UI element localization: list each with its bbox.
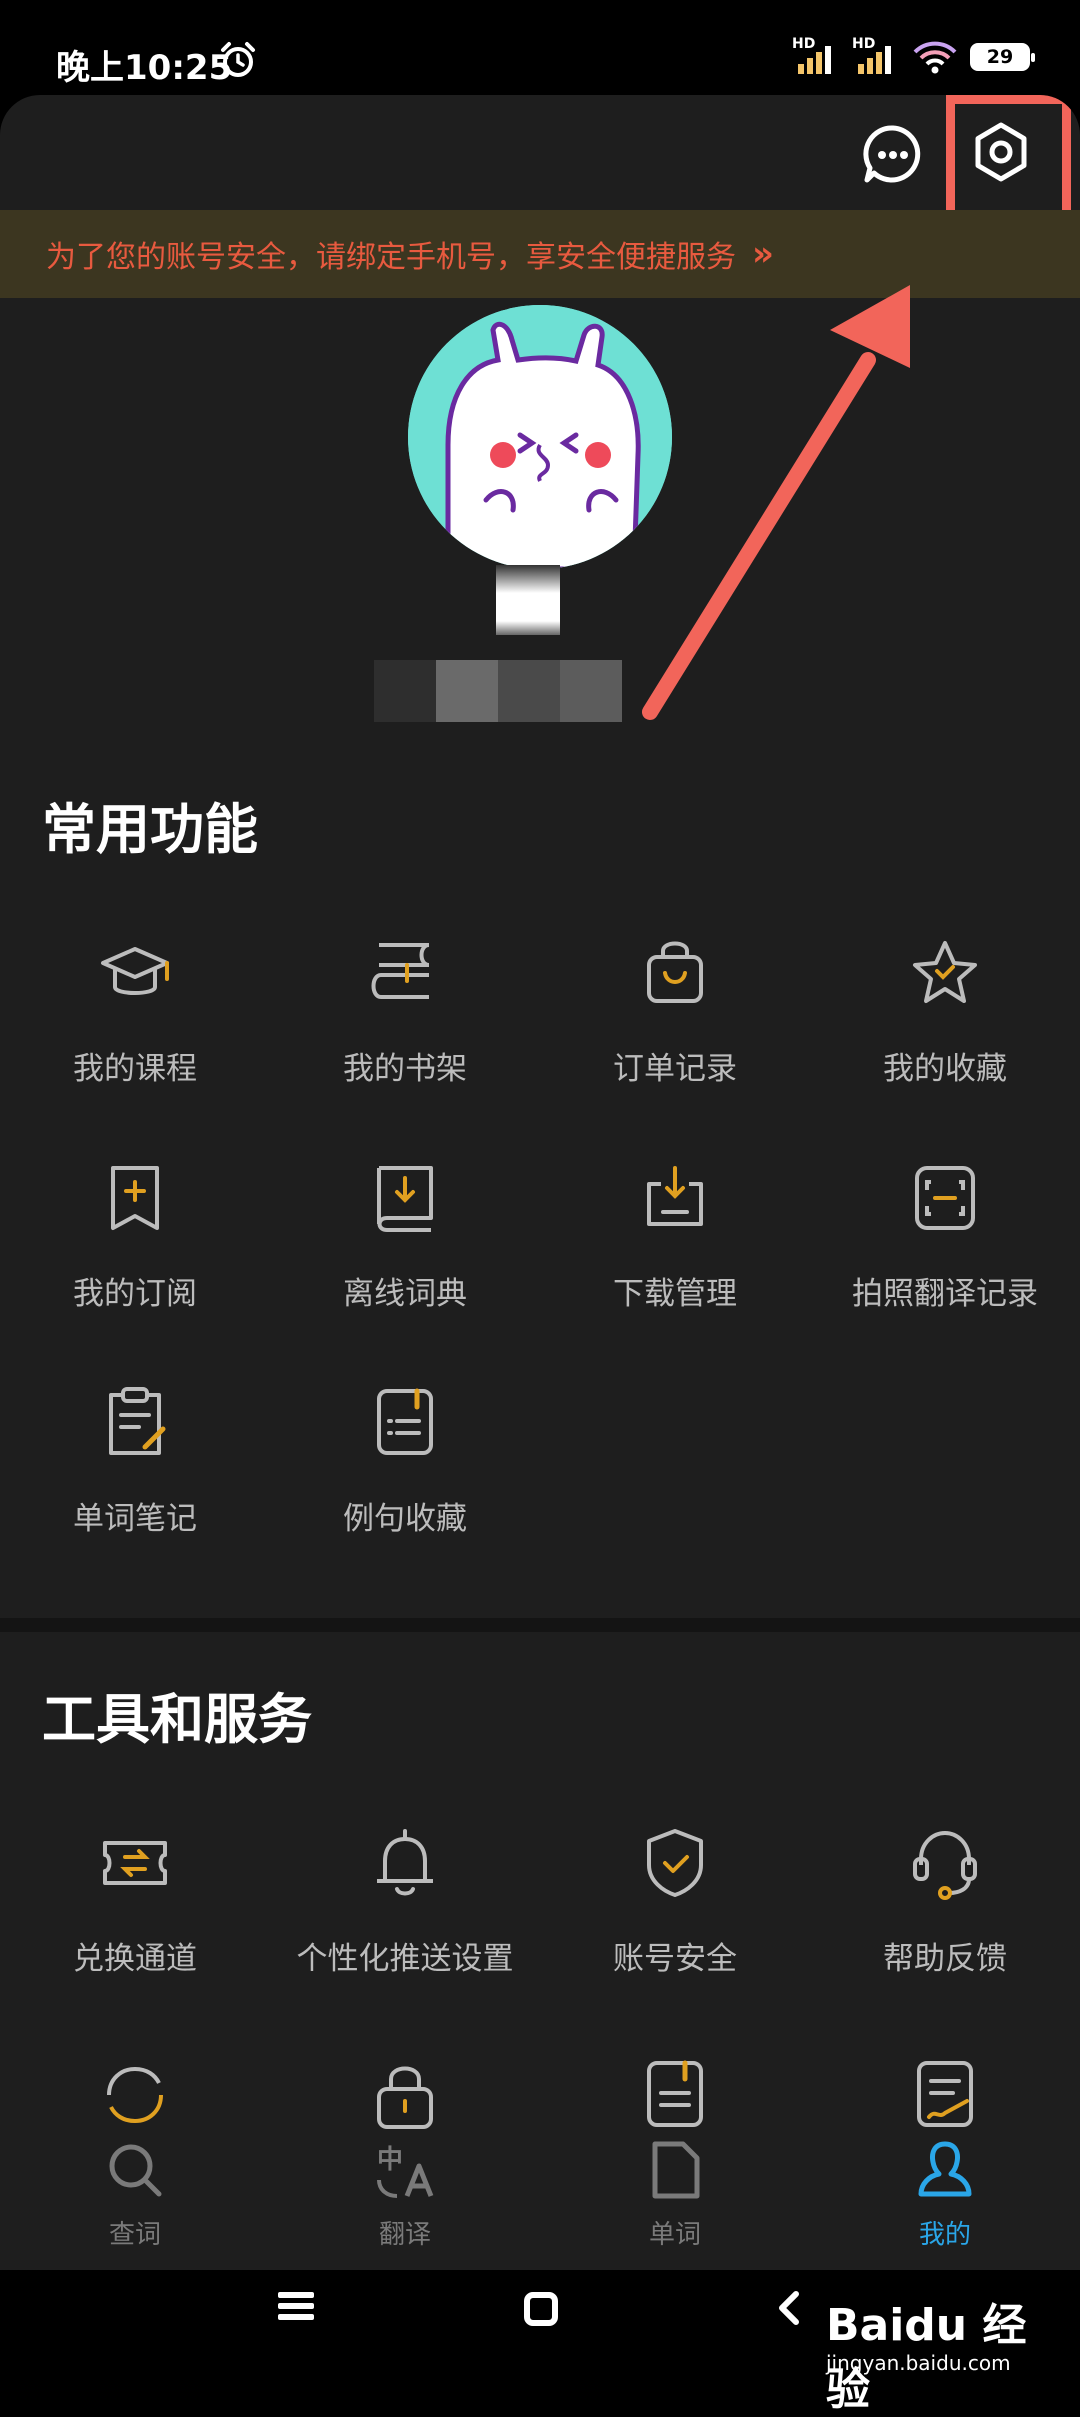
grid-item-subscriptions[interactable]: 我的订阅 [0,1160,270,1360]
ticket-exchange-icon [103,1841,167,1885]
grid-item-label: 订单记录 [613,1051,737,1087]
scan-frame-icon [915,1166,975,1230]
tab-label: 我的 [918,2220,971,2250]
status-bar: 晚上10:25 HD HD 29 [0,0,1080,95]
back-icon[interactable] [776,2290,800,2326]
tab-mine[interactable]: 我的 [810,2130,1080,2270]
my-page: 为了您的账号安全，请绑定手机号，享安全便捷服务 » 常用功能 我的课程 我的书架… [0,95,1080,2270]
grid-item-account-security[interactable]: 账号安全 [540,1825,810,2025]
grid-item-help-feedback[interactable]: 帮助反馈 [810,1825,1080,2025]
alarm-icon [221,42,255,77]
lock-icon [377,2066,433,2129]
grid-item-label: 我的收藏 [883,1051,1007,1087]
section-title-common: 常用功能 [42,798,258,861]
grid-item-label: 我的课程 [73,1051,197,1087]
note-edit-icon [109,1387,166,1455]
grid-item-download-manager[interactable]: 下载管理 [540,1160,810,1360]
status-icons: HD HD 29 [792,36,1035,74]
graduation-cap-icon [101,947,169,995]
home-icon[interactable] [524,2292,558,2326]
grid-item-order-records[interactable]: 订单记录 [540,935,810,1135]
banner-text: 为了您的账号安全，请绑定手机号，享安全便捷服务 [46,240,736,275]
grid-item-label: 我的订阅 [73,1276,197,1312]
message-icon[interactable] [862,123,924,185]
grid-item-my-courses[interactable]: 我的课程 [0,935,270,1135]
user-id-redacted [374,660,622,722]
download-tray-icon [647,1166,703,1226]
watermark-url: jingyan.baidu.com [826,2351,1011,2375]
grid-item-favorites[interactable]: 我的收藏 [810,935,1080,1135]
bookmark-plus-icon [111,1166,159,1230]
signal-1-icon: HD [792,36,840,74]
annotation-highlight-box [946,95,1071,223]
sign-doc-icon [917,2061,973,2127]
tab-label: 翻译 [378,2220,431,2250]
grid-item-label: 单词笔记 [73,1501,197,1537]
shopping-bag-icon [647,941,703,1003]
section-title-tools: 工具和服务 [42,1688,312,1751]
wifi-icon [913,41,957,74]
translate-icon: 中 [377,2145,434,2198]
tab-words[interactable]: 单词 [540,2130,810,2270]
grid-item-label: 账号安全 [613,1941,737,1977]
tab-translate[interactable]: 中 翻译 [270,2130,540,2270]
menu-icon[interactable] [278,2290,314,2322]
person-icon [918,2141,972,2197]
grid-item-label: 例句收藏 [343,1501,467,1537]
grid-item-example-sentences[interactable]: 例句收藏 [270,1385,540,1585]
avatar[interactable] [408,305,672,569]
bell-icon [377,1829,433,1896]
username-redacted [496,565,560,635]
baidu-jingyan-watermark: Baidu 经验 jingyan.baidu.com [826,2285,1056,2415]
grid-item-label: 我的书架 [343,1051,467,1087]
status-time: 晚上10:25 [56,48,233,88]
svg-text:中: 中 [377,2145,403,2175]
signal-2-icon: HD [852,36,900,74]
document-icon [652,2141,700,2199]
grid-item-label: 兑换通道 [73,1941,197,1977]
list-doc-icon [377,1388,433,1455]
bottom-tab-bar: 查词 中 翻译 单词 我的 [0,2130,1080,2270]
tab-label: 查词 [108,2220,161,2250]
bookshelf-icon [371,943,430,999]
bunny-avatar-image [408,305,672,569]
double-chevron-right-icon: » [752,234,774,274]
section-divider [0,1618,1080,1632]
grid-item-label: 个性化推送设置 [296,1941,514,1977]
tab-lookup[interactable]: 查词 [0,2130,270,2270]
grid-item-label: 帮助反馈 [883,1941,1007,1977]
document-lines-icon [647,2060,703,2127]
top-bar [0,95,1080,223]
search-icon [109,2144,162,2197]
shield-check-icon [647,1829,703,1897]
book-download-icon [377,1166,433,1232]
grid-item-label: 下载管理 [613,1276,737,1312]
grid-item-redeem-channel[interactable]: 兑换通道 [0,1825,270,2025]
grid-item-label: 离线词典 [343,1276,467,1312]
grid-item-push-settings[interactable]: 个性化推送设置 [270,1825,540,2025]
grid-item-photo-translate-records[interactable]: 拍照翻译记录 [810,1160,1080,1360]
tab-label: 单词 [648,2220,701,2250]
battery-indicator: 29 [970,43,1035,71]
refresh-icon [107,2066,163,2124]
grid-item-offline-dictionary[interactable]: 离线词典 [270,1160,540,1360]
bind-phone-banner[interactable]: 为了您的账号安全，请绑定手机号，享安全便捷服务 » [0,210,1080,298]
grid-item-label: 拍照翻译记录 [852,1276,1038,1312]
star-icon [913,941,977,1003]
grid-item-word-notes[interactable]: 单词笔记 [0,1385,270,1585]
grid-item-bookshelf[interactable]: 我的书架 [270,935,540,1135]
headset-icon [913,1830,977,1900]
